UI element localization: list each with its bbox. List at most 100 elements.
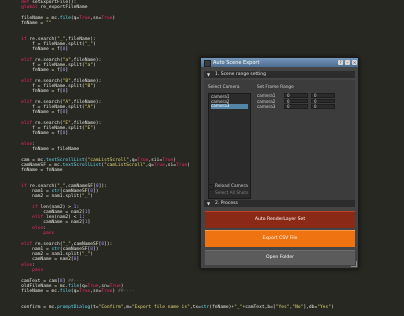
minimize-icon[interactable]: – bbox=[345, 60, 350, 65]
code-token: ) bbox=[331, 305, 334, 310]
code-line: fnName = "" bbox=[10, 21, 52, 26]
code-token: (q= bbox=[70, 16, 80, 21]
code-line: pass bbox=[10, 268, 43, 273]
code-token: "camListScroll" bbox=[104, 163, 146, 168]
code-token: fnName = f[ bbox=[10, 89, 63, 94]
code-line: fnName = f[0] bbox=[10, 89, 68, 94]
code-token: True bbox=[101, 289, 113, 294]
code-token: camName = nam2[ bbox=[10, 220, 85, 225]
code-line: confirm = mc.promptDialog(t="Confirm",m=… bbox=[10, 305, 334, 310]
section2-header[interactable]: ▼ 2. Process bbox=[204, 200, 355, 207]
code-line: fnName = fileName bbox=[10, 147, 79, 152]
code-token: nam2 = nam1.split( bbox=[10, 194, 82, 199]
code-token: ,sn= bbox=[90, 289, 102, 294]
code-token: (fnName)+ bbox=[209, 305, 235, 310]
code-line: fnName = f[0] bbox=[10, 68, 68, 73]
collapse-arrow-icon: ▼ bbox=[207, 201, 211, 206]
open-folder-button[interactable]: Open Folder bbox=[205, 250, 355, 265]
code-token: ] bbox=[65, 47, 69, 52]
export-csv-button[interactable]: Export CSV File bbox=[205, 230, 355, 247]
code-token: ] bbox=[87, 210, 91, 215]
section2-title: 2. Process bbox=[215, 201, 238, 206]
auto-renderlayer-button[interactable]: Auto RenderLayer Set bbox=[205, 211, 355, 228]
code-token: camName = nam2[ bbox=[10, 257, 74, 262]
auto-scene-export-window: Auto Scene Export ? – × ▼ 1. Scene range… bbox=[200, 57, 359, 269]
code-token: (q= bbox=[70, 289, 80, 294]
code-token: "" bbox=[45, 21, 52, 26]
code-token: ],db= bbox=[303, 305, 318, 310]
code-token: "Export file name is" bbox=[131, 305, 190, 310]
frame-start-field[interactable]: 0 bbox=[284, 98, 308, 103]
code-token: (t= bbox=[90, 305, 99, 310]
code-token: ] bbox=[76, 257, 80, 262]
code-token: "_" bbox=[84, 42, 93, 47]
code-token: "B" bbox=[84, 84, 93, 89]
code-token: ]): bbox=[104, 242, 113, 247]
code-token: "_" bbox=[81, 194, 91, 199]
window-titlebar[interactable]: Auto Scene Export ? – × bbox=[201, 58, 358, 67]
code-token: ] bbox=[87, 220, 91, 225]
code-token: ] bbox=[65, 110, 69, 115]
code-token: global bbox=[21, 5, 38, 10]
code-token: ] bbox=[65, 68, 69, 73]
code-token: "a" bbox=[84, 63, 93, 68]
code-token: str bbox=[200, 305, 210, 310]
code-token: pass bbox=[32, 268, 44, 273]
camera-list-item[interactable]: camera3 bbox=[211, 104, 248, 109]
help-icon[interactable]: ? bbox=[338, 60, 343, 65]
frame-end-field[interactable]: 0 bbox=[311, 93, 335, 98]
code-token: ) bbox=[187, 163, 190, 168]
code-token: fnName = f[ bbox=[10, 47, 63, 52]
collapse-arrow-icon: ▼ bbox=[207, 72, 211, 77]
code-token: "E" bbox=[84, 126, 93, 131]
code-token: ]): bbox=[98, 184, 107, 189]
code-token: ,sn= bbox=[90, 16, 102, 21]
code-token: True bbox=[79, 16, 91, 21]
code-token: promptDialog bbox=[57, 305, 91, 310]
code-token: ]) bbox=[93, 247, 99, 252]
code-token: ,tx= bbox=[189, 305, 201, 310]
section1-header[interactable]: ▼ 1. Scene range setting bbox=[204, 71, 355, 78]
close-icon[interactable]: × bbox=[352, 60, 357, 65]
code-token: ) bbox=[112, 16, 116, 21]
code-token: fnName = fileName bbox=[10, 147, 80, 152]
code-line: camName = nam2[0] bbox=[10, 257, 79, 262]
code-token: textScrollList bbox=[62, 163, 102, 168]
reload-camera-checkbox[interactable] bbox=[208, 184, 214, 190]
code-token: ]) bbox=[93, 189, 99, 194]
code-line: fnName = f[0] bbox=[10, 110, 68, 115]
frame-row-camera-name: camera3 bbox=[257, 104, 276, 109]
frame-start-field[interactable]: 0 bbox=[284, 93, 308, 98]
code-token: ##···· bbox=[117, 289, 135, 294]
code-token: +camText,b=[ bbox=[242, 305, 276, 310]
code-token: file bbox=[59, 289, 71, 294]
frame-end-field[interactable]: 0 bbox=[311, 104, 335, 109]
frame-end-field[interactable]: 0 bbox=[311, 98, 335, 103]
code-token: ] bbox=[65, 89, 69, 94]
code-line: pass bbox=[10, 231, 54, 236]
code-token: ) bbox=[90, 194, 94, 199]
secondary-option-label: Select All Shots bbox=[215, 191, 249, 196]
resize-grip-icon[interactable] bbox=[351, 261, 357, 267]
code-token: ) bbox=[93, 84, 96, 89]
code-token: ,si= bbox=[164, 163, 177, 168]
code-token: fnName = f[ bbox=[10, 110, 63, 115]
code-token: ) bbox=[93, 63, 96, 68]
code-line: fnName = fnName bbox=[10, 168, 63, 173]
code-token: pass bbox=[43, 231, 55, 236]
code-line: fnName = f[0] bbox=[10, 47, 68, 52]
code-token: ,q= bbox=[145, 163, 154, 168]
code-token: fnName = fnName bbox=[10, 168, 63, 173]
frame-row-camera-name: camera2 bbox=[257, 98, 276, 104]
code-token: file bbox=[59, 16, 71, 21]
window-title: Auto Scene Export bbox=[213, 59, 260, 66]
code-token: fileName = mc. bbox=[10, 289, 60, 294]
frame-start-field[interactable]: 0 bbox=[284, 104, 308, 109]
code-line: global re_exportFileName bbox=[10, 5, 87, 10]
frame-range-label: Set Frame Range bbox=[257, 85, 294, 90]
code-line: fileName = mc.file(q=True,sn=True) ##···… bbox=[10, 289, 135, 294]
code-token: True bbox=[176, 163, 188, 168]
